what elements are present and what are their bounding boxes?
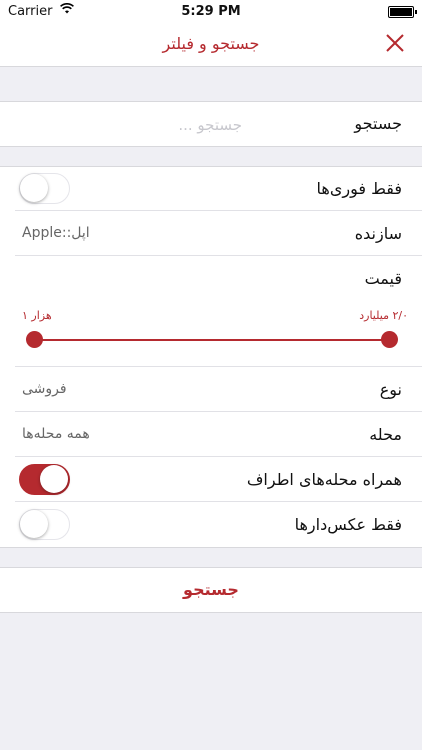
filters-section: فقط فوری‌ها سازنده Apple::اپل قیمت ۱ هزا… xyxy=(0,166,422,548)
price-row: قیمت ۱ هزار ۲/۰ میلیارد xyxy=(0,257,422,367)
price-min-label: ۱ هزار xyxy=(22,309,52,322)
instant-only-toggle[interactable] xyxy=(19,173,70,204)
price-label: قیمت xyxy=(364,269,402,288)
nav-bar: جستجو و فیلتر xyxy=(0,22,422,67)
nearby-row: همراه محله‌های اطراف xyxy=(0,458,422,502)
price-min-thumb[interactable] xyxy=(26,331,43,348)
search-input[interactable] xyxy=(20,110,244,140)
instant-only-row: فقط فوری‌ها xyxy=(0,167,422,211)
maker-value: Apple::اپل xyxy=(22,225,90,241)
price-max-label: ۲/۰ میلیارد xyxy=(359,309,408,322)
type-label: نوع xyxy=(379,380,402,399)
photos-only-toggle[interactable] xyxy=(19,509,70,540)
search-label: جستجو xyxy=(354,114,402,133)
photos-only-label: فقط عکس‌دارها xyxy=(294,515,402,534)
nearby-toggle[interactable] xyxy=(19,464,70,495)
instant-only-label: فقط فوری‌ها xyxy=(316,179,403,198)
nearby-label: همراه محله‌های اطراف xyxy=(246,470,402,489)
search-row: جستجو xyxy=(0,102,422,146)
neighborhood-value: همه محله‌ها xyxy=(22,426,90,442)
clock: 5:29 PM xyxy=(181,4,241,19)
type-value: فروشی xyxy=(22,381,67,397)
neighborhood-row[interactable]: محله همه محله‌ها xyxy=(0,413,422,457)
price-slider-track xyxy=(35,339,390,341)
search-section: جستجو xyxy=(0,101,422,147)
search-submit-label: جستجو xyxy=(183,580,239,599)
photos-only-row: فقط عکس‌دارها xyxy=(0,503,422,547)
status-bar: Carrier 5:29 PM xyxy=(0,0,422,22)
type-row[interactable]: نوع فروشی xyxy=(0,368,422,412)
close-icon[interactable] xyxy=(382,30,408,56)
maker-row[interactable]: سازنده Apple::اپل xyxy=(0,212,422,256)
neighborhood-label: محله xyxy=(369,425,402,444)
price-max-thumb[interactable] xyxy=(381,331,398,348)
battery-icon xyxy=(388,6,417,18)
search-submit-button[interactable]: جستجو xyxy=(0,567,422,613)
page-title: جستجو و فیلتر xyxy=(162,34,260,53)
maker-label: سازنده xyxy=(354,224,402,243)
